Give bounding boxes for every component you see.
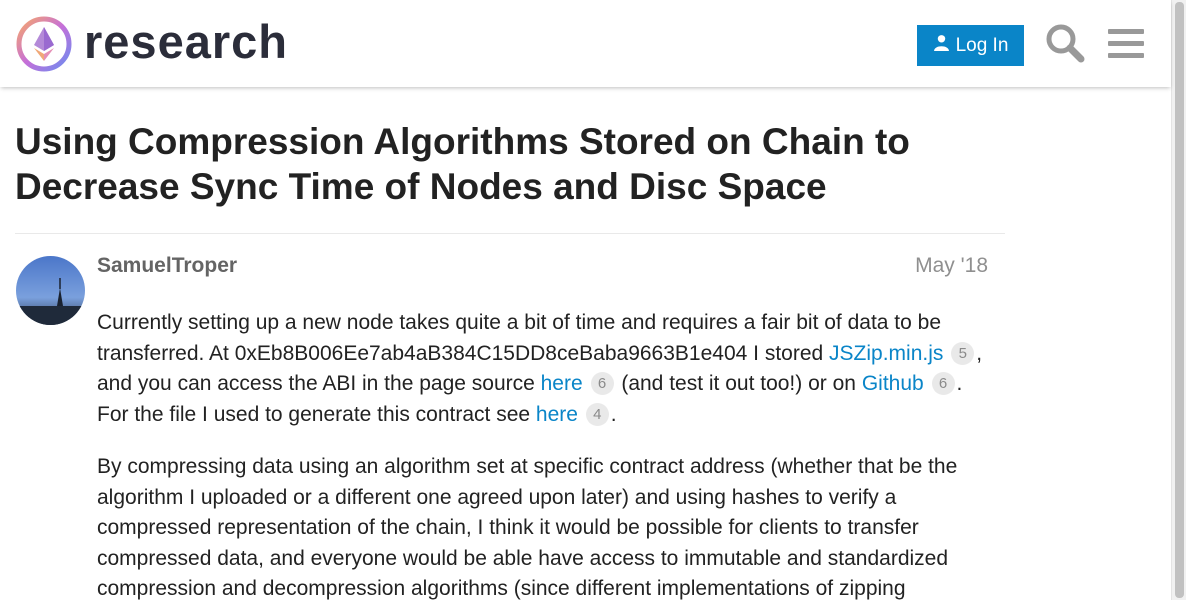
post-body: Currently setting up a new node takes qu… [97, 308, 997, 600]
search-icon[interactable] [1043, 21, 1087, 65]
post-paragraph: Currently setting up a new node takes qu… [97, 308, 997, 430]
link-click-count: 5 [951, 341, 975, 365]
post-date[interactable]: May '18 [915, 254, 988, 278]
link-click-count: 6 [590, 372, 614, 395]
ethereum-logo-icon[interactable] [15, 14, 75, 74]
topic-title[interactable]: Using Compression Algorithms Stored on C… [15, 119, 1005, 209]
github-link[interactable]: Github [862, 372, 924, 395]
jszip-link[interactable]: JSZip.min.js [829, 342, 943, 365]
post-text: . [610, 402, 617, 426]
vertical-scrollbar[interactable] [1171, 0, 1186, 600]
hamburger-menu-icon[interactable] [1104, 21, 1148, 65]
user-icon [933, 34, 950, 57]
scrollbar-thumb[interactable] [1175, 2, 1184, 598]
post-text: (and test it out too!) or on [615, 372, 862, 395]
link-click-count: 6 [931, 372, 955, 395]
link-click-count: 4 [585, 402, 609, 426]
post-author[interactable]: SamuelTroper [97, 254, 237, 278]
page: research Log In Using Compression Algori… [0, 0, 1186, 600]
avatar[interactable] [16, 256, 85, 325]
post-text: Currently setting up a new node takes qu… [97, 311, 941, 365]
generator-file-link[interactable]: here [536, 403, 578, 426]
site-name[interactable]: research [84, 12, 288, 72]
login-button[interactable]: Log In [917, 25, 1024, 66]
title-divider [15, 233, 1005, 234]
post-paragraph: By compressing data using an algorithm s… [97, 455, 958, 600]
abi-source-link[interactable]: here [541, 372, 583, 395]
login-label: Log In [955, 34, 1009, 56]
site-header: research Log In [0, 0, 1171, 87]
